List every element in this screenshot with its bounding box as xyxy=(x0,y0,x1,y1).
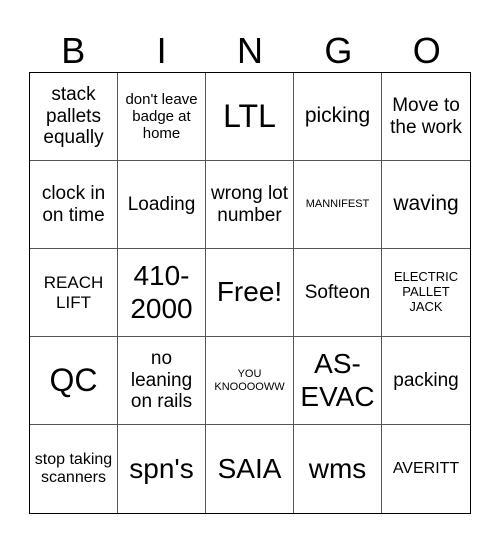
bingo-cell[interactable]: AS-EVAC xyxy=(294,337,382,425)
bingo-cell[interactable]: spn's xyxy=(118,425,206,513)
bingo-cell[interactable]: wms xyxy=(294,425,382,513)
bingo-cell[interactable]: waving xyxy=(382,161,470,249)
bingo-cell[interactable]: LTL xyxy=(206,73,294,161)
bingo-cell[interactable]: clock in on time xyxy=(30,161,118,249)
bingo-cell[interactable]: packing xyxy=(382,337,470,425)
bingo-cell[interactable]: YOU KNOOOOWW xyxy=(206,337,294,425)
bingo-cell[interactable]: SAIA xyxy=(206,425,294,513)
header-letter-n: N xyxy=(236,30,263,71)
header-letter-g: G xyxy=(324,30,353,71)
bingo-cell[interactable]: MANNIFEST xyxy=(294,161,382,249)
bingo-cell[interactable]: picking xyxy=(294,73,382,161)
bingo-cell[interactable]: Loading xyxy=(118,161,206,249)
header-letter-i: I xyxy=(156,30,167,71)
bingo-cell[interactable]: 410-2000 xyxy=(118,249,206,337)
bingo-cell[interactable]: AVERITT xyxy=(382,425,470,513)
bingo-header: B I N G O xyxy=(29,30,471,72)
bingo-cell[interactable]: ELECTRIC PALLET JACK xyxy=(382,249,470,337)
bingo-cell[interactable]: Move to the work xyxy=(382,73,470,161)
bingo-grid: stack pallets equally don't leave badge … xyxy=(29,72,471,514)
free-space-cell[interactable]: Free! xyxy=(206,249,294,337)
bingo-cell[interactable]: wrong lot number xyxy=(206,161,294,249)
header-letter-b: B xyxy=(61,30,86,71)
bingo-cell[interactable]: stack pallets equally xyxy=(30,73,118,161)
bingo-cell[interactable]: Softeon xyxy=(294,249,382,337)
bingo-cell[interactable]: stop taking scanners xyxy=(30,425,118,513)
bingo-cell[interactable]: QC xyxy=(30,337,118,425)
bingo-cell[interactable]: don't leave badge at home xyxy=(118,73,206,161)
header-letter-o: O xyxy=(412,30,441,71)
bingo-cell[interactable]: no leaning on rails xyxy=(118,337,206,425)
bingo-cell[interactable]: REACH LIFT xyxy=(30,249,118,337)
